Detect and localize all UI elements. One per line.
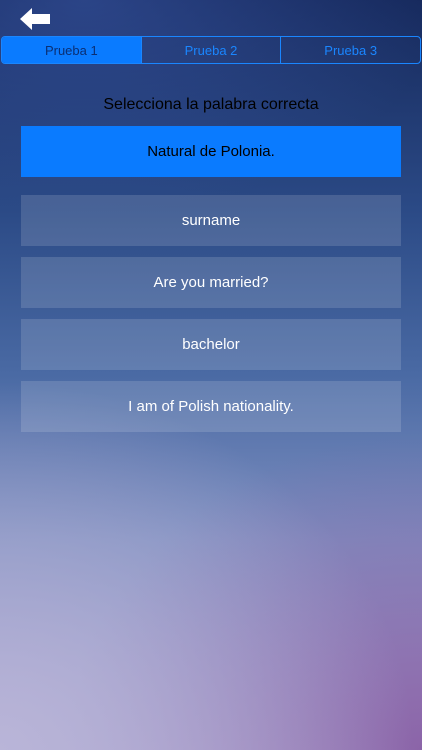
back-arrow-icon <box>20 8 50 30</box>
question-prompt-label: Natural de Polonia. <box>147 143 275 160</box>
answer-option-label: Are you married? <box>153 274 269 291</box>
answer-option-4[interactable]: I am of Polish nationality. <box>21 381 401 432</box>
answer-option-2[interactable]: Are you married? <box>21 257 401 308</box>
answer-option-label: I am of Polish nationality. <box>128 398 294 415</box>
question-prompt: Natural de Polonia. <box>21 126 401 177</box>
instruction-text: Selecciona la palabra correcta <box>103 96 319 113</box>
answer-option-1[interactable]: surname <box>21 195 401 246</box>
answer-option-label: surname <box>181 212 241 229</box>
answer-option-label: bachelor <box>182 336 240 353</box>
tab-prueba-1[interactable]: Prueba 1 <box>2 37 141 63</box>
segmented-control: Prueba 1 Prueba 2 Prueba 3 <box>1 36 421 64</box>
answer-option-3[interactable]: bachelor <box>21 319 401 370</box>
tab-prueba-3[interactable]: Prueba 3 <box>280 37 420 63</box>
back-button[interactable] <box>20 8 52 30</box>
tab-prueba-2[interactable]: Prueba 2 <box>140 37 281 63</box>
